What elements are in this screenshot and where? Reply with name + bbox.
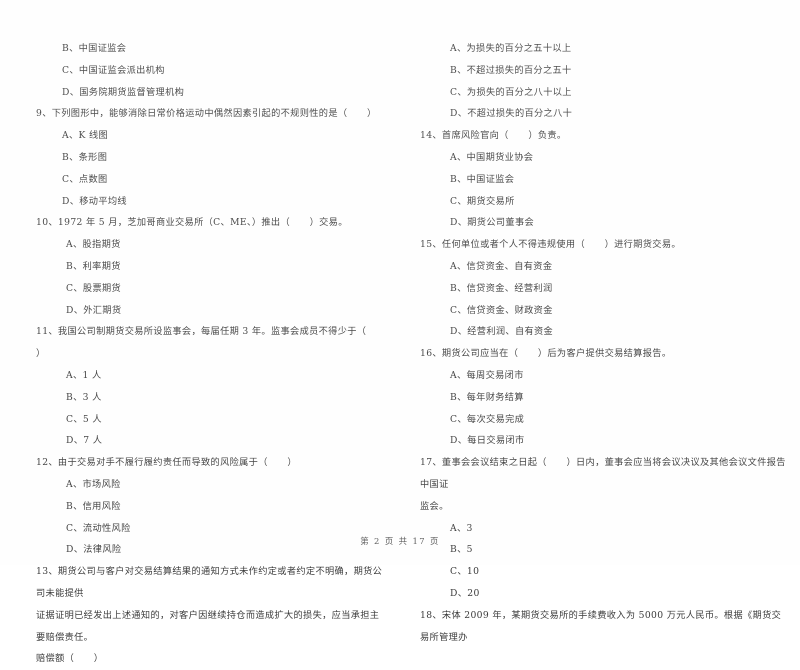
option-item: B、每年财务结算 [450, 391, 524, 403]
option-item: A、为损失的百分之五十以上 [450, 43, 572, 54]
question-text-continuation: 监会。 [420, 500, 449, 512]
option-item: A、信贷资金、自有资金 [450, 260, 553, 272]
option-item: D、不超过损失的百分之八十 [450, 108, 573, 120]
option-item: B、不超过损失的百分之五十 [450, 64, 572, 76]
question-text: 10、1972 年 5 月，芝加哥商业交易所（C、ME、）推出（ ）交易。 [36, 217, 348, 229]
option-item: D、7 人 [66, 435, 103, 447]
option-item: A、市场风险 [66, 478, 121, 490]
option-item: C、中国证监会派出机构 [62, 64, 165, 76]
question-block-15: 15、任何单位或者个人不得违规使用（ ）进行期货交易。 A、信贷资金、自有资金 … [420, 234, 790, 343]
option-item: A、中国期货业协会 [450, 151, 534, 163]
question-text: 13、期货公司与客户对交易结算结果的通知方式未作约定或者约定不明确，期货公司未能… [36, 566, 383, 599]
option-item: B、利率期货 [66, 260, 121, 272]
question-block-13: 13、期货公司与客户对交易结算结果的通知方式未作约定或者约定不明确，期货公司未能… [36, 561, 386, 670]
question-text: 9、下列图形中，能够消除日常价格运动中偶然因素引起的不规则性的是（ ） [36, 108, 377, 120]
option-item: B、3 人 [66, 391, 102, 403]
question-text: 12、由于交易对手不履行履约责任而导致的风险属于（ ） [36, 457, 297, 469]
option-item: B、中国证监会 [450, 173, 515, 185]
question-block-17: 17、董事会会议结束之日起（ ）日内，董事会应当将会议决议及其他会议文件报告中国… [420, 452, 790, 605]
option-item: B、条形图 [62, 151, 108, 163]
question-text: 18、宋体 2009 年，某期货交易所的手续费收入为 5000 万元人民币。根据… [420, 609, 782, 643]
question-text: 17、董事会会议结束之日起（ ）日内，董事会应当将会议决议及其他会议文件报告中国… [420, 457, 786, 490]
option-item: A、K 线图 [62, 130, 109, 142]
question-block-16: 16、期货公司应当在（ ）后为客户提供交易结算报告。 A、每周交易闭市 B、每年… [420, 343, 790, 452]
option-item: D、经营利润、自有资金 [450, 326, 554, 338]
option-item: C、10 [450, 566, 480, 578]
question-text: 11、我国公司制期货交易所设监事会，每届任期 3 年。监事会成员不得少于（ ） [36, 326, 386, 360]
option-item: C、5 人 [66, 413, 102, 425]
question-text-continuation: 赔偿额（ ） [36, 653, 104, 665]
option-item: A、1 人 [66, 369, 102, 381]
option-item: A、股指期货 [66, 239, 121, 251]
option-item: D、国务院期货监督管理机构 [62, 86, 185, 98]
exam-page: B、中国证监会 C、中国证监会派出机构 D、国务院期货监督管理机构 9、下列图形… [0, 0, 800, 664]
right-column: A、为损失的百分之五十以上 B、不超过损失的百分之五十 C、为损失的百分之八十以… [400, 0, 800, 643]
question-text-continuation: 证据证明已经发出上述通知的，对客户因继续持仓而造成扩大的损失，应当承担主要赔偿责… [36, 609, 380, 643]
question-block-18: 18、宋体 2009 年，某期货交易所的手续费收入为 5000 万元人民币。根据… [420, 605, 790, 649]
question-block-14: 14、首席风险官向（ ）负责。 A、中国期货业协会 B、中国证监会 C、期货交易… [420, 125, 790, 234]
question-block-10: 10、1972 年 5 月，芝加哥商业交易所（C、ME、）推出（ ）交易。 A、… [36, 212, 386, 321]
option-item: B、信贷资金、经营利润 [450, 282, 553, 294]
option-item: C、点数图 [62, 173, 108, 185]
option-item: C、股票期货 [66, 282, 122, 294]
question-text: 15、任何单位或者个人不得违规使用（ ）进行期货交易。 [420, 239, 681, 251]
left-column: B、中国证监会 C、中国证监会派出机构 D、国务院期货监督管理机构 9、下列图形… [0, 0, 400, 664]
option-item: C、期货交易所 [450, 195, 515, 207]
option-item: D、每日交易闭市 [450, 435, 525, 447]
page-footer: 第 2 页 共 17 页 [360, 536, 440, 546]
option-item: B、信用风险 [66, 500, 121, 512]
option-item: C、信贷资金、财政资金 [450, 304, 553, 316]
option-item: A、每周交易闭市 [450, 369, 524, 381]
option-item: C、为损失的百分之八十以上 [450, 86, 572, 98]
option-item: D、期货公司董事会 [450, 217, 535, 229]
two-column-body: B、中国证监会 C、中国证监会派出机构 D、国务院期货监督管理机构 9、下列图形… [0, 0, 800, 664]
question-block-11: 11、我国公司制期货交易所设监事会，每届任期 3 年。监事会成员不得少于（ ） … [36, 321, 386, 452]
option-item: D、移动平均线 [62, 195, 127, 207]
question-block-9: 9、下列图形中，能够消除日常价格运动中偶然因素引起的不规则性的是（ ） A、K … [36, 103, 386, 212]
option-item: D、外汇期货 [66, 304, 122, 316]
option-item: C、每次交易完成 [450, 413, 525, 425]
option-item: B、中国证监会 [62, 43, 127, 54]
question-text: 14、首席风险官向（ ）负责。 [420, 130, 567, 142]
option-item: D、20 [450, 587, 480, 599]
question-text: 16、期货公司应当在（ ）后为客户提供交易结算报告。 [420, 348, 672, 360]
